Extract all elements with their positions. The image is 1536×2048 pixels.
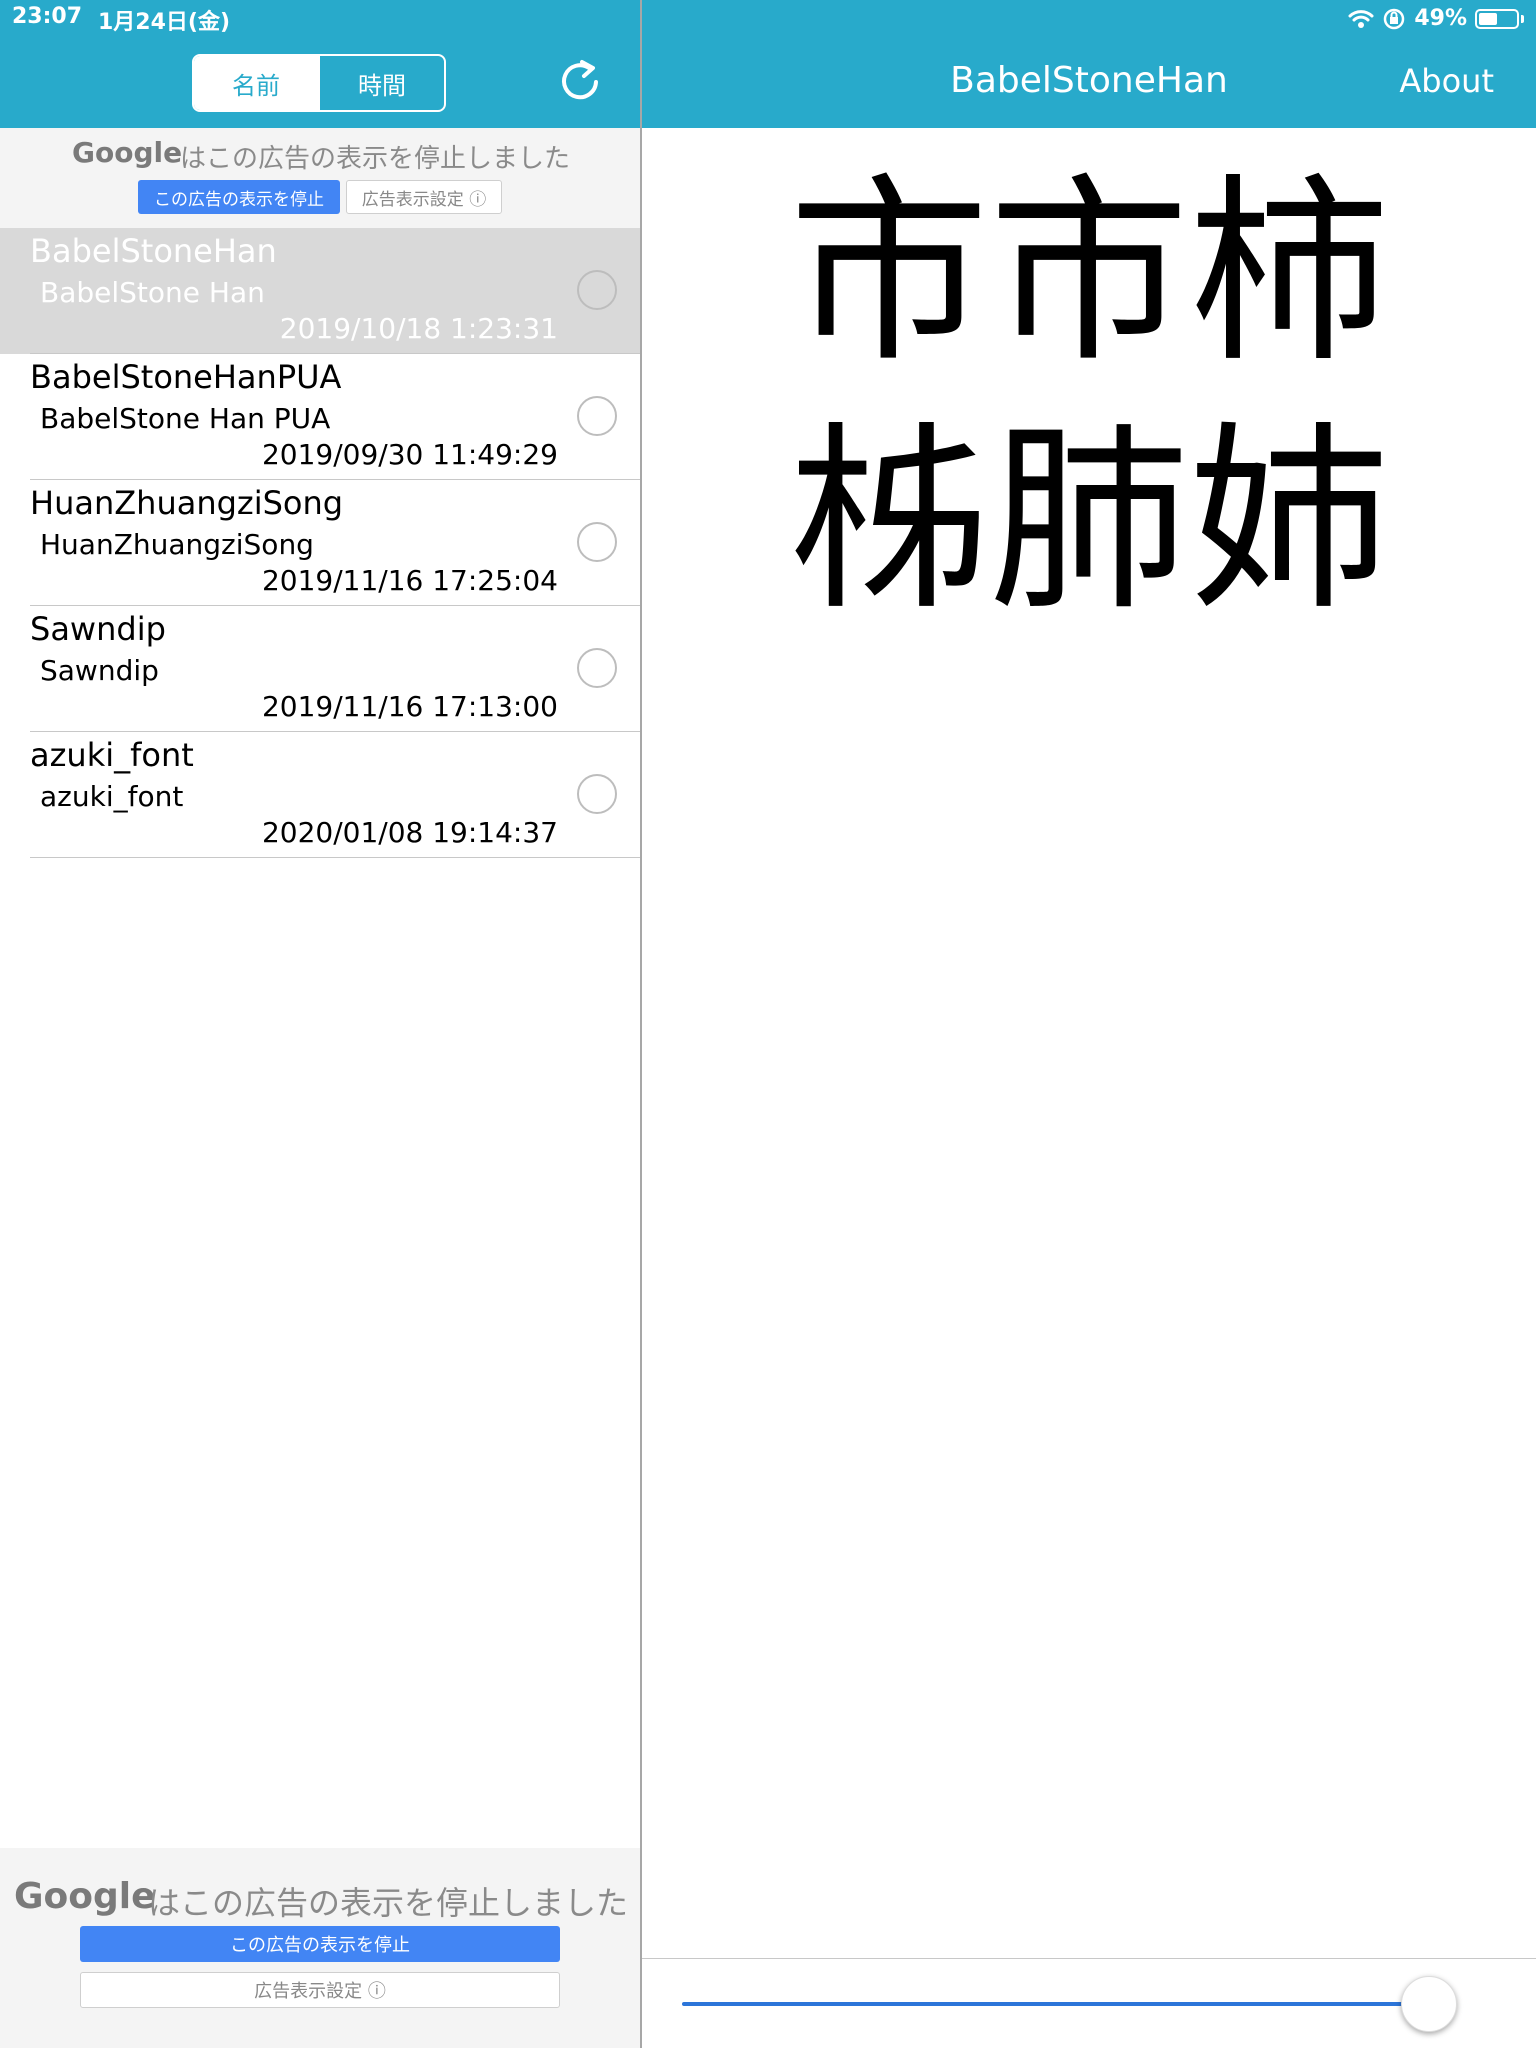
font-list-item[interactable]: BabelStoneHan BabelStone Han 2019/10/18 1:… <box>0 228 640 354</box>
ad-banner-top: Google はこの広告の表示を停止しました この広告の表示を停止 広告表示設定… <box>0 128 640 228</box>
font-name: Sawndip <box>30 610 166 648</box>
google-logo: Google <box>72 136 183 169</box>
ad-stopped-message: はこの広告の表示を停止しました <box>148 1884 629 1922</box>
select-radio-button[interactable] <box>577 522 617 562</box>
stop-ad-button[interactable]: この広告の表示を停止 <box>138 180 340 214</box>
font-family-name: HuanZhuangziSong <box>40 528 314 561</box>
font-list-item[interactable]: azuki_font azuki_font 2020/01/08 19:14:37 <box>0 732 640 858</box>
select-radio-button[interactable] <box>577 396 617 436</box>
ad-stopped-message: はこの広告の表示を停止しました <box>180 144 571 174</box>
select-radio-button[interactable] <box>577 270 617 310</box>
refresh-icon[interactable] <box>556 56 606 106</box>
sort-segmented-control: 名前 時間 <box>192 54 446 112</box>
ad-settings-button[interactable]: 広告表示設定 ⓘ <box>80 1972 560 2008</box>
font-family-name: Sawndip <box>40 654 159 687</box>
sort-by-name-segment[interactable]: 名前 <box>194 56 318 110</box>
glyph-preview: 市市柿 柹肺姉 <box>642 150 1536 646</box>
font-date: 2020/01/08 19:14:37 <box>261 816 558 849</box>
size-slider-track[interactable] <box>682 2002 1452 2006</box>
status-date: 1月24日(金) <box>98 10 231 35</box>
size-slider-thumb[interactable] <box>1400 1976 1457 2032</box>
font-name: BabelStoneHanPUA <box>30 358 342 396</box>
font-list-item[interactable]: HuanZhuangziSong HuanZhuangziSong 2019/11/… <box>0 480 640 606</box>
stop-ad-button[interactable]: この広告の表示を停止 <box>80 1926 560 1962</box>
font-family-name: azuki_font <box>40 780 184 813</box>
ad-settings-button[interactable]: 広告表示設定 ⓘ <box>346 180 502 214</box>
battery-icon <box>1475 8 1519 29</box>
font-family-name: BabelStone Han <box>40 276 265 309</box>
right-nav-bar: 49% BabelStoneHan About <box>642 0 1536 128</box>
font-date: 2019/09/30 11:49:29 <box>261 438 558 471</box>
toolbar-divider <box>642 1958 1536 1959</box>
font-family-name: BabelStone Han PUA <box>40 402 331 435</box>
left-nav-bar: 23:07 1月24日(金) 名前 時間 <box>0 0 640 128</box>
select-radio-button[interactable] <box>577 774 617 814</box>
font-date: 2019/11/16 17:25:04 <box>261 564 558 597</box>
font-list-item[interactable]: BabelStoneHanPUA BabelStone Han PUA 2019/0… <box>0 354 640 480</box>
wifi-icon <box>1348 9 1374 28</box>
row-divider <box>30 857 640 858</box>
preview-line-2: 柹肺姉 <box>788 405 1389 638</box>
font-name: BabelStoneHan <box>30 232 277 270</box>
font-name: azuki_font <box>30 736 194 774</box>
about-button[interactable]: About <box>1399 62 1494 100</box>
google-logo: Google <box>14 1876 156 1917</box>
rotation-lock-icon <box>1384 8 1405 29</box>
status-indicators: 49% <box>1348 6 1524 31</box>
font-list-item[interactable]: Sawndip Sawndip 2019/11/16 17:13:00 <box>0 606 640 732</box>
battery-nub <box>1521 14 1524 23</box>
sort-by-time-segment[interactable]: 時間 <box>318 56 444 110</box>
font-date: 2019/11/16 17:13:00 <box>261 690 558 723</box>
select-radio-button[interactable] <box>577 648 617 688</box>
preview-line-1: 市市柿 <box>788 157 1389 390</box>
font-list-pane: 23:07 1月24日(金) 名前 時間 Google はこの広告の表示を停止し… <box>0 0 640 2048</box>
battery-percent: 49% <box>1414 6 1467 31</box>
ad-banner-bottom: Google はこの広告の表示を停止しました この広告の表示を停止 広告表示設定… <box>0 1848 640 2048</box>
font-name: HuanZhuangziSong <box>30 484 344 522</box>
status-time: 23:07 <box>12 4 83 29</box>
font-date: 2019/10/18 1:23:31 <box>279 312 558 345</box>
